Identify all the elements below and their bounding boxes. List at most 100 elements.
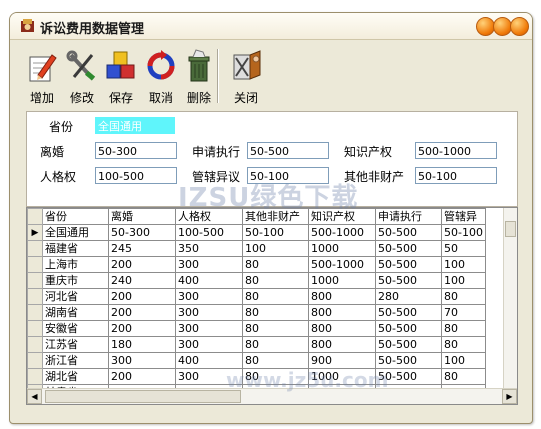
- table-cell[interactable]: 50-300: [108, 224, 176, 241]
- close-button[interactable]: 关闭: [228, 47, 264, 107]
- table-cell[interactable]: 200: [108, 288, 176, 305]
- table-cell[interactable]: 50-500: [375, 352, 442, 369]
- cancel-button[interactable]: 取消: [143, 47, 179, 107]
- table-cell[interactable]: 200: [108, 304, 176, 321]
- add-button[interactable]: 增加: [24, 47, 60, 107]
- table-cell[interactable]: 浙江省: [42, 352, 109, 369]
- table-cell[interactable]: 100: [441, 272, 486, 289]
- table-cell[interactable]: 河北省: [42, 288, 109, 305]
- personality-input[interactable]: 100-500: [95, 167, 177, 184]
- table-cell[interactable]: 50-500: [375, 272, 442, 289]
- table-cell[interactable]: 80: [242, 352, 309, 369]
- column-header[interactable]: 省份: [42, 208, 109, 225]
- table-cell[interactable]: 800: [308, 336, 376, 353]
- table-cell[interactable]: 200: [108, 256, 176, 273]
- table-cell[interactable]: 70: [441, 304, 486, 321]
- delete-button[interactable]: 删除: [181, 47, 217, 107]
- table-cell[interactable]: 300: [175, 304, 243, 321]
- title-bar[interactable]: 诉讼费用数据管理: [10, 13, 532, 40]
- row-indicator[interactable]: [27, 336, 43, 353]
- column-header[interactable]: 申请执行: [375, 208, 442, 225]
- table-cell[interactable]: 80: [242, 320, 309, 337]
- table-cell[interactable]: 50-500: [375, 304, 442, 321]
- scroll-left-arrow-icon[interactable]: ◀: [27, 389, 42, 404]
- table-cell[interactable]: 50-500: [375, 256, 442, 273]
- table-cell[interactable]: 800: [308, 320, 376, 337]
- table-cell[interactable]: 500-1000: [308, 256, 376, 273]
- table-cell[interactable]: 350: [175, 240, 243, 257]
- table-cell[interactable]: 100: [441, 352, 486, 369]
- table-cell[interactable]: 300: [175, 320, 243, 337]
- table-cell[interactable]: 400: [175, 272, 243, 289]
- column-header[interactable]: 离婚: [108, 208, 176, 225]
- row-indicator[interactable]: [27, 272, 43, 289]
- row-indicator[interactable]: [27, 288, 43, 305]
- table-cell[interactable]: 湖北省: [42, 368, 109, 385]
- table-cell[interactable]: 1000: [308, 272, 376, 289]
- table-cell[interactable]: 80: [242, 304, 309, 321]
- table-cell[interactable]: 300: [175, 256, 243, 273]
- row-indicator[interactable]: [27, 240, 43, 257]
- table-cell[interactable]: 100: [441, 256, 486, 273]
- table-cell[interactable]: 500-1000: [308, 224, 376, 241]
- table-cell[interactable]: 江苏省: [42, 336, 109, 353]
- close-window-button[interactable]: [510, 17, 529, 36]
- table-cell[interactable]: 200: [108, 368, 176, 385]
- table-cell[interactable]: 300: [108, 352, 176, 369]
- province-input[interactable]: 全国通用: [95, 117, 175, 134]
- row-indicator[interactable]: [27, 256, 43, 273]
- column-header[interactable]: 管辖异: [441, 208, 486, 225]
- scroll-right-arrow-icon[interactable]: ▶: [502, 389, 517, 404]
- save-button[interactable]: 保存: [103, 47, 139, 107]
- table-cell[interactable]: 80: [242, 336, 309, 353]
- table-cell[interactable]: 上海市: [42, 256, 109, 273]
- table-cell[interactable]: 800: [308, 288, 376, 305]
- table-cell[interactable]: 900: [308, 352, 376, 369]
- table-row[interactable]: 上海市 200 300 80 500-1000 50-500 100: [27, 256, 486, 273]
- vertical-scrollbar[interactable]: [503, 208, 517, 389]
- table-cell[interactable]: 50-500: [375, 320, 442, 337]
- table-cell[interactable]: 安徽省: [42, 320, 109, 337]
- table-cell[interactable]: 50-500: [375, 224, 442, 241]
- edit-button[interactable]: 修改: [64, 47, 100, 107]
- table-cell[interactable]: 800: [308, 304, 376, 321]
- table-cell[interactable]: 50-100: [242, 224, 309, 241]
- ip-input[interactable]: 500-1000: [415, 142, 497, 159]
- vertical-scroll-thumb[interactable]: [505, 221, 516, 237]
- table-cell[interactable]: 全国通用: [42, 224, 109, 241]
- table-row[interactable]: 安徽省 200 300 80 800 50-500 80: [27, 320, 486, 337]
- table-cell[interactable]: 180: [108, 336, 176, 353]
- table-cell[interactable]: 300: [175, 288, 243, 305]
- table-cell[interactable]: 50-500: [375, 240, 442, 257]
- row-indicator[interactable]: [27, 320, 43, 337]
- other-nonproperty-input[interactable]: 50-100: [415, 167, 497, 184]
- apply-execution-input[interactable]: 50-500: [247, 142, 329, 159]
- table-row[interactable]: 重庆市 240 400 80 1000 50-500 100: [27, 272, 486, 289]
- row-indicator[interactable]: [27, 352, 43, 369]
- table-cell[interactable]: 80: [242, 288, 309, 305]
- table-cell[interactable]: 280: [375, 288, 442, 305]
- table-cell[interactable]: 50-500: [375, 336, 442, 353]
- table-cell[interactable]: 80: [441, 368, 486, 385]
- table-row[interactable]: 湖南省 200 300 80 800 50-500 70: [27, 304, 486, 321]
- table-cell[interactable]: 福建省: [42, 240, 109, 257]
- table-cell[interactable]: 80: [441, 320, 486, 337]
- table-cell[interactable]: 100-500: [175, 224, 243, 241]
- table-cell[interactable]: 80: [242, 272, 309, 289]
- divorce-input[interactable]: 50-300: [95, 142, 177, 159]
- table-cell[interactable]: 湖南省: [42, 304, 109, 321]
- table-cell[interactable]: 80: [441, 288, 486, 305]
- table-cell[interactable]: 300: [175, 336, 243, 353]
- row-indicator[interactable]: [27, 304, 43, 321]
- table-cell[interactable]: 400: [175, 352, 243, 369]
- table-cell[interactable]: 重庆市: [42, 272, 109, 289]
- table-cell[interactable]: 1000: [308, 240, 376, 257]
- table-row[interactable]: 福建省 245 350 100 1000 50-500 50: [27, 240, 486, 257]
- table-row[interactable]: 江苏省 180 300 80 800 50-500 80: [27, 336, 486, 353]
- table-row[interactable]: ▶ 全国通用 50-300 100-500 50-100 500-1000 50-500 50…: [27, 224, 486, 241]
- table-cell[interactable]: 50-100: [441, 224, 486, 241]
- current-row-arrow-icon[interactable]: ▶: [27, 224, 43, 241]
- table-row[interactable]: 浙江省 300 400 80 900 50-500 100: [27, 352, 486, 369]
- table-cell[interactable]: 200: [108, 320, 176, 337]
- table-cell[interactable]: 100: [242, 240, 309, 257]
